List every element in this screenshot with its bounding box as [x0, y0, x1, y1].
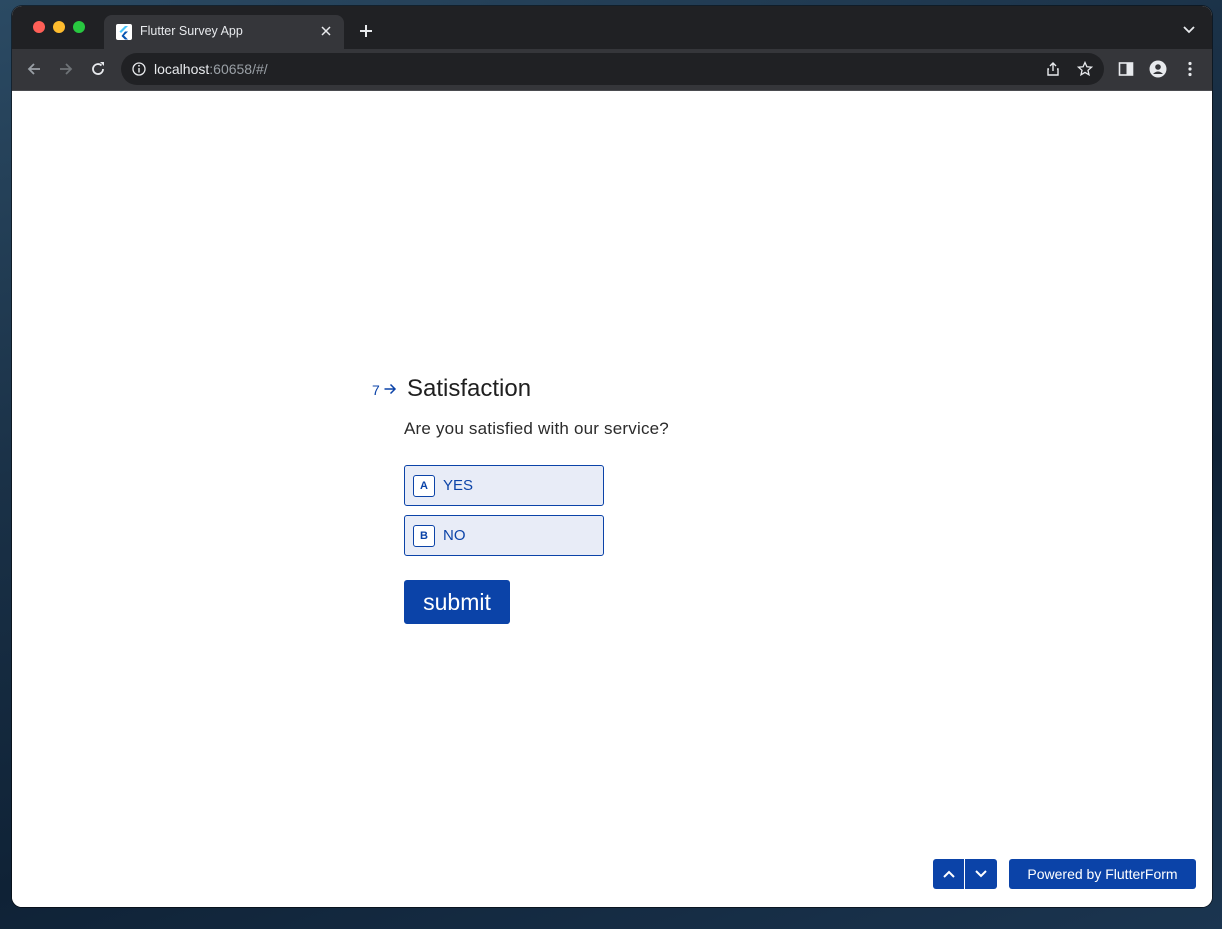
- back-icon[interactable]: [25, 60, 43, 78]
- browser-tab[interactable]: Flutter Survey App: [104, 15, 344, 49]
- maximize-window-button[interactable]: [73, 21, 85, 33]
- info-icon[interactable]: [131, 61, 147, 77]
- chevron-down-icon: [975, 870, 987, 878]
- option-key: A: [413, 475, 435, 497]
- url-path: :60658/#/: [209, 61, 268, 77]
- question-description: Are you satisfied with our service?: [404, 419, 669, 438]
- url-host: localhost: [154, 61, 210, 77]
- option-label: YES: [443, 477, 474, 494]
- option-key: B: [413, 525, 435, 547]
- side-panel-icon[interactable]: [1117, 60, 1135, 78]
- next-question-button[interactable]: [965, 859, 997, 889]
- survey-page: 7 Satisfaction Are you satisfied with ou…: [12, 91, 1212, 907]
- close-icon[interactable]: [318, 23, 334, 39]
- chevron-down-icon[interactable]: [1182, 23, 1196, 37]
- option-no[interactable]: B NO: [404, 515, 604, 556]
- more-icon[interactable]: [1181, 60, 1199, 78]
- url-text: localhost:60658/#/: [154, 61, 268, 77]
- chevron-up-icon: [943, 870, 955, 878]
- previous-question-button[interactable]: [933, 859, 964, 889]
- share-icon[interactable]: [1045, 61, 1061, 77]
- arrow-right-icon: [384, 383, 397, 395]
- forward-icon[interactable]: [57, 60, 75, 78]
- star-icon[interactable]: [1077, 61, 1093, 77]
- profile-icon[interactable]: [1149, 60, 1167, 78]
- question-number: 7: [372, 382, 380, 398]
- close-window-button[interactable]: [33, 21, 45, 33]
- question-title: Satisfaction: [407, 375, 532, 402]
- plus-icon[interactable]: [357, 22, 375, 40]
- reload-icon[interactable]: [89, 60, 107, 78]
- browser-window: Flutter Survey App localhost:60658/#/ 7 …: [12, 6, 1212, 907]
- tab-strip: Flutter Survey App: [12, 6, 1212, 49]
- submit-button[interactable]: submit: [404, 580, 510, 624]
- flutter-icon: [116, 24, 132, 40]
- tab-title: Flutter Survey App: [140, 24, 243, 38]
- browser-toolbar: localhost:60658/#/: [12, 49, 1212, 90]
- option-label: NO: [443, 527, 466, 544]
- minimize-window-button[interactable]: [53, 21, 65, 33]
- option-yes[interactable]: A YES: [404, 465, 604, 506]
- powered-by-button[interactable]: Powered by FlutterForm: [1009, 859, 1196, 889]
- address-bar[interactable]: localhost:60658/#/: [121, 53, 1104, 85]
